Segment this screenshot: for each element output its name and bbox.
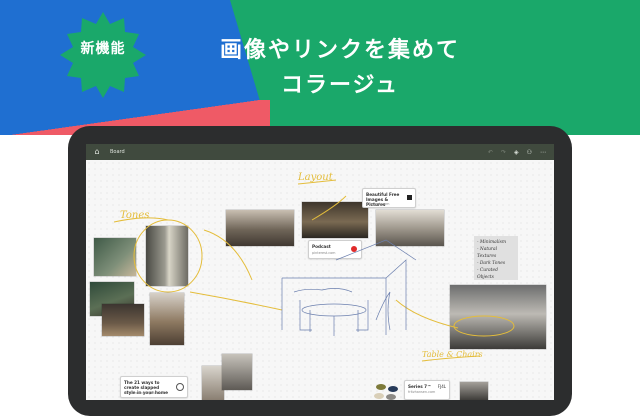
sketch-layer: [113, 179, 515, 362]
arrow-to-sketch: [189, 291, 283, 311]
arrow-down: [203, 229, 253, 281]
more-icon[interactable]: ⋯: [540, 149, 546, 156]
people-icon[interactable]: ⚇: [527, 149, 532, 156]
underline-layout: [297, 179, 337, 185]
board-canvas[interactable]: Beautiful Free Images & Pictures unsplas…: [86, 160, 554, 400]
left-margin: [0, 135, 68, 400]
home-icon[interactable]: ⌂: [92, 147, 102, 157]
highlight-circle: [133, 219, 203, 293]
arrow-from-table: [395, 299, 459, 329]
headline-line2: コラージュ: [280, 73, 400, 98]
redo-icon[interactable]: ↷: [501, 149, 506, 156]
board-title[interactable]: Board: [110, 149, 125, 155]
layers-icon[interactable]: ◈: [514, 149, 519, 156]
badge-label: 新機能: [80, 41, 126, 57]
app-screen: ⌂ Board ↶ ↷ ◈ ⚇ ⋯ Beautiful Free Images …: [86, 144, 554, 400]
headline-line1: 画像やリンクを集めて: [219, 38, 460, 63]
toolbar: ⌂ Board ↶ ↷ ◈ ⚇ ⋯: [86, 144, 554, 160]
room-sketch: [281, 239, 417, 336]
arrow-to-card: [311, 195, 347, 221]
underline-tables: [421, 355, 481, 362]
undo-icon[interactable]: ↶: [488, 149, 493, 156]
